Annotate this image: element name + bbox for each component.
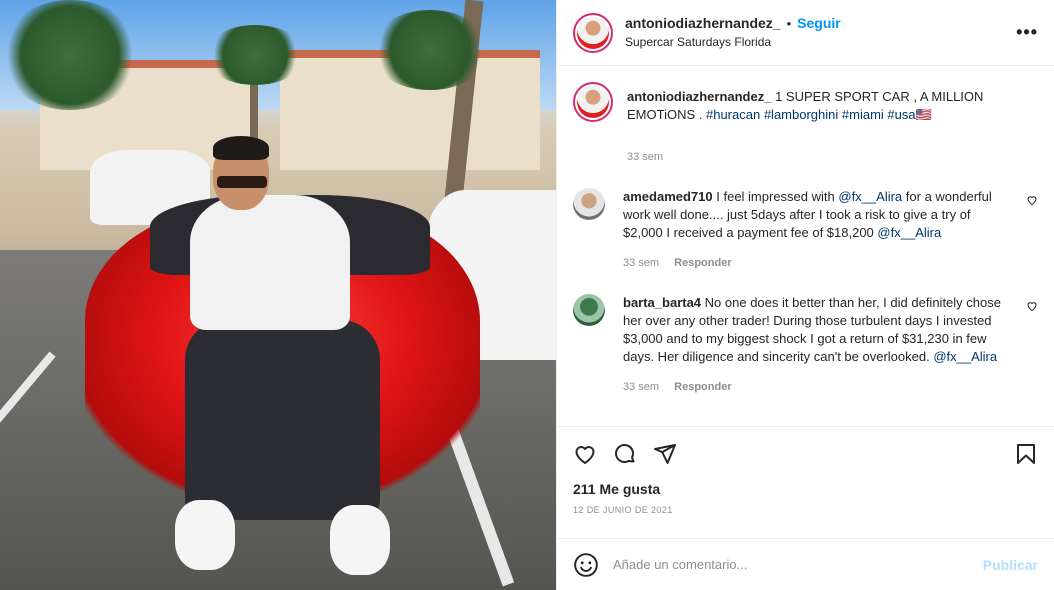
mention-link[interactable]: @fx__Alira — [933, 349, 997, 364]
post-header: antoniodiazhernandez_ • Seguir Supercar Sa… — [557, 0, 1054, 66]
like-heart-icon[interactable] — [573, 442, 597, 466]
comment-item: amedamed710 I feel impressed with @fx__A… — [573, 188, 1038, 272]
author-username[interactable]: antoniodiazhernandez_ — [625, 15, 781, 31]
post-photo[interactable] — [0, 0, 556, 590]
caption-time[interactable]: 33 sem — [627, 151, 663, 163]
reply-button[interactable]: Responder — [674, 381, 731, 393]
hashtag-link[interactable]: #usa🇺🇸 — [887, 107, 931, 122]
share-paper-plane-icon[interactable] — [653, 442, 677, 466]
comment-text: I feel impressed with — [716, 189, 835, 204]
commenter-avatar[interactable] — [573, 294, 605, 326]
comment-time[interactable]: 33 sem — [623, 257, 659, 269]
author-avatar[interactable] — [573, 12, 613, 53]
follow-button[interactable]: Seguir — [797, 15, 841, 31]
hashtag-link[interactable]: #miami — [842, 107, 884, 122]
hashtag-link[interactable]: #huracan — [706, 107, 760, 122]
post-modal: antoniodiazhernandez_ • Seguir Supercar Sa… — [0, 0, 1054, 590]
caption-avatar[interactable] — [573, 82, 613, 122]
more-options-icon[interactable]: ••• — [1016, 22, 1038, 43]
commenter-username[interactable]: barta_barta4 — [623, 295, 701, 310]
comment-time[interactable]: 33 sem — [623, 381, 659, 393]
caption-username[interactable]: antoniodiazhernandez_ — [627, 89, 771, 104]
separator-dot: • — [786, 16, 792, 31]
comments-list: antoniodiazhernandez_ 1 SUPER SPORT CAR … — [557, 66, 1054, 426]
caption: antoniodiazhernandez_ 1 SUPER SPORT CAR … — [573, 82, 1038, 166]
location-link[interactable]: Supercar Saturdays Florida — [625, 33, 841, 51]
comment-item: barta_barta4 No one does it better than … — [573, 294, 1038, 396]
comment-bubble-icon[interactable] — [613, 442, 637, 466]
post-actions: 211 Me gusta 12 DE JUNIO DE 2021 — [557, 426, 1054, 538]
emoji-icon[interactable] — [573, 552, 599, 578]
publish-button[interactable]: Publicar — [983, 557, 1038, 573]
add-comment-bar: Publicar — [557, 538, 1054, 590]
hashtag-link[interactable]: #lamborghini — [764, 107, 838, 122]
comment-input[interactable] — [613, 557, 983, 572]
bookmark-icon[interactable] — [1014, 442, 1038, 466]
commenter-username[interactable]: amedamed710 — [623, 189, 713, 204]
mention-link[interactable]: @fx__Alira — [877, 225, 941, 240]
like-comment-icon[interactable] — [1026, 300, 1038, 312]
mention-link[interactable]: @fx__Alira — [838, 189, 902, 204]
post-side-panel: antoniodiazhernandez_ • Seguir Supercar Sa… — [556, 0, 1054, 590]
reply-button[interactable]: Responder — [674, 257, 731, 269]
like-comment-icon[interactable] — [1026, 194, 1038, 206]
likes-count[interactable]: 211 Me gusta — [573, 481, 1038, 497]
commenter-avatar[interactable] — [573, 188, 605, 220]
post-date: 12 DE JUNIO DE 2021 — [573, 505, 673, 515]
